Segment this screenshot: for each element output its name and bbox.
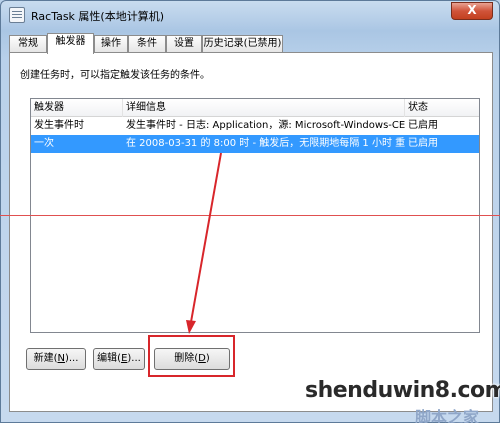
panel-description: 创建任务时，可以指定触发该任务的条件。 bbox=[20, 70, 210, 81]
row-status: 已启用 bbox=[408, 120, 438, 131]
tab-actions[interactable]: 操作 bbox=[94, 35, 128, 53]
tab-settings[interactable]: 设置 bbox=[166, 35, 202, 53]
row-details: 在 2008-03-31 的 8:00 时 - 触发后，无限期地每隔 1 小时 … bbox=[126, 138, 405, 149]
list-row-event[interactable]: 发生事件时 发生事件时 - 日志: Application，源: Microso… bbox=[31, 117, 479, 135]
properties-window: RacTask 属性(本地计算机) X 常规 触发器 操作 条件 设置 历史记录… bbox=[0, 0, 500, 423]
edit-button-tail: )... bbox=[127, 353, 141, 364]
column-status[interactable]: 状态 bbox=[405, 99, 479, 117]
row-status: 已启用 bbox=[408, 138, 438, 149]
new-button[interactable]: 新建(N)... bbox=[26, 348, 86, 370]
task-icon bbox=[9, 7, 25, 23]
annotation-highlight-box bbox=[148, 335, 235, 377]
row-details: 发生事件时 - 日志: Application，源: Microsoft-Win… bbox=[126, 120, 405, 131]
close-button[interactable]: X bbox=[451, 2, 493, 20]
new-button-key: N bbox=[57, 353, 65, 364]
edit-button-label: 编辑( bbox=[97, 353, 122, 364]
tab-history[interactable]: 历史记录(已禁用) bbox=[202, 35, 283, 53]
new-button-tail: )... bbox=[64, 353, 79, 364]
annotation-line bbox=[0, 215, 500, 216]
column-trigger[interactable]: 触发器 bbox=[31, 99, 123, 117]
list-header: 触发器 详细信息 状态 bbox=[31, 99, 479, 117]
row-trigger: 一次 bbox=[34, 138, 54, 149]
list-row-once[interactable]: 一次 在 2008-03-31 的 8:00 时 - 触发后，无限期地每隔 1 … bbox=[31, 135, 479, 153]
new-button-label: 新建( bbox=[33, 353, 58, 364]
tab-triggers[interactable]: 触发器 bbox=[47, 33, 94, 54]
window-title: RacTask 属性(本地计算机) bbox=[31, 10, 165, 23]
edit-button[interactable]: 编辑(E)... bbox=[93, 348, 145, 370]
title-bar[interactable]: RacTask 属性(本地计算机) X bbox=[1, 1, 499, 29]
row-trigger: 发生事件时 bbox=[34, 120, 84, 131]
watermark: shenduwin8.com 脚本之家 bbox=[305, 378, 500, 423]
column-details[interactable]: 详细信息 bbox=[123, 99, 405, 117]
watermark-sub: 脚本之家 bbox=[415, 408, 480, 423]
tab-conditions[interactable]: 条件 bbox=[128, 35, 166, 53]
watermark-site: shenduwin8.com bbox=[305, 378, 500, 403]
tab-general[interactable]: 常规 bbox=[9, 35, 47, 53]
